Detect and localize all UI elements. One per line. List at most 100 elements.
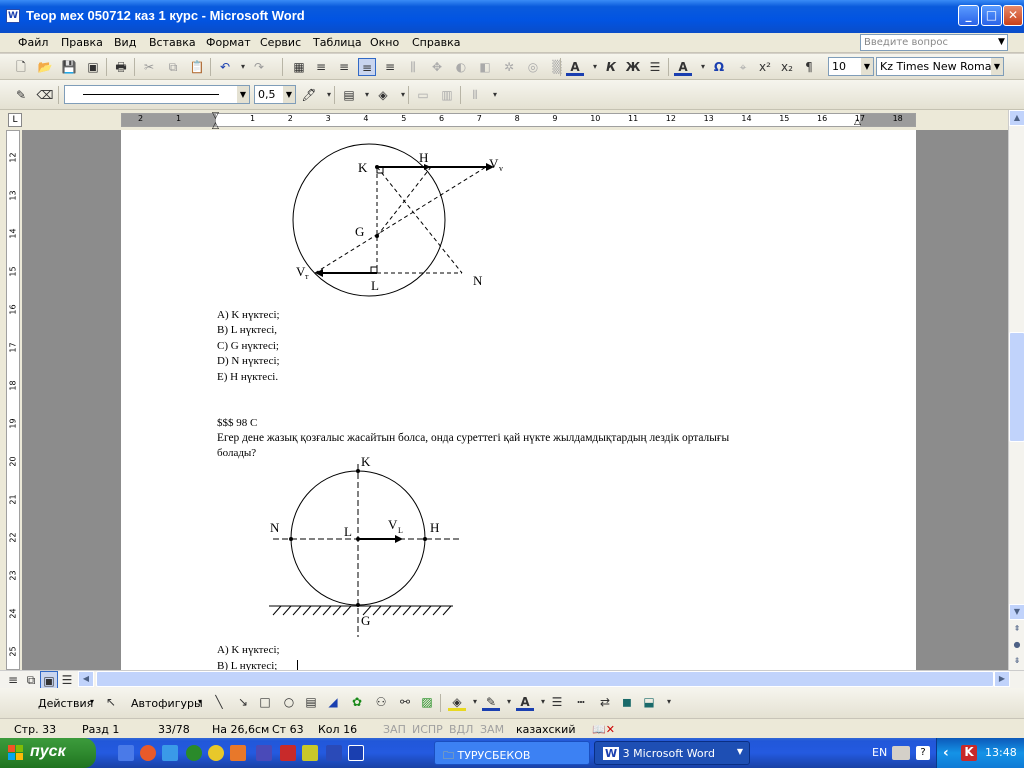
- h-scroll-thumb[interactable]: [96, 671, 994, 687]
- task-word[interactable]: W 3 Microsoft Word ▼: [594, 741, 750, 765]
- document-map-icon[interactable]: ◐: [452, 58, 470, 76]
- keyboard-icon[interactable]: [892, 746, 910, 760]
- web-view-icon[interactable]: ⧉: [22, 671, 40, 689]
- tab-selector-icon[interactable]: L: [8, 113, 22, 127]
- print-layout-icon[interactable]: ▣: [40, 671, 58, 689]
- eraser-icon[interactable]: ⌫: [36, 86, 54, 104]
- bullets-icon[interactable]: ☰: [646, 58, 664, 76]
- actions-menu[interactable]: Действия: [38, 697, 93, 710]
- status-extend[interactable]: ВДЛ: [449, 723, 473, 736]
- quicklaunch-word2-icon[interactable]: [348, 745, 364, 761]
- permission-icon[interactable]: ▣: [84, 58, 102, 76]
- line-color-icon[interactable]: ✎: [482, 693, 500, 711]
- italic-button[interactable]: К: [602, 58, 620, 76]
- menu-window[interactable]: Окно: [370, 36, 399, 49]
- scroll-up-icon[interactable]: ▲: [1009, 110, 1024, 126]
- line-tool-icon[interactable]: ╲: [210, 693, 228, 711]
- quicklaunch-folder-icon[interactable]: [256, 745, 272, 761]
- bold-button[interactable]: Ж: [624, 58, 642, 76]
- menu-file[interactable]: Файл: [18, 36, 48, 49]
- undo-icon[interactable]: ↶: [216, 58, 234, 76]
- quicklaunch-chrome-icon[interactable]: [208, 745, 224, 761]
- scroll-left-icon[interactable]: ◀: [78, 671, 94, 687]
- shading-icon[interactable]: ◈: [374, 86, 392, 104]
- quicklaunch-excel-icon[interactable]: [186, 745, 202, 761]
- align-center-icon[interactable]: ≡: [335, 58, 353, 76]
- task-word-dropdown-icon[interactable]: ▼: [737, 747, 743, 756]
- line-style-icon[interactable]: ☰: [548, 693, 566, 711]
- normal-view-icon[interactable]: ≡: [4, 671, 22, 689]
- symbol-button[interactable]: Ω: [710, 58, 728, 76]
- scroll-down-icon[interactable]: ▼: [1009, 604, 1024, 620]
- oval-tool-icon[interactable]: ○: [280, 693, 298, 711]
- show-hide-icon[interactable]: ◧: [476, 58, 494, 76]
- horizontal-scrollbar[interactable]: ≡ ⧉ ▣ ☰ ◀ ▶: [0, 670, 1024, 689]
- line-style-select[interactable]: ▼: [64, 85, 250, 104]
- actions-dropdown-icon[interactable]: ▾: [90, 697, 94, 706]
- shadow-icon[interactable]: ◼: [618, 693, 636, 711]
- superscript-icon[interactable]: x²: [756, 58, 774, 76]
- maximize-button[interactable]: □: [981, 5, 1002, 26]
- redo-icon[interactable]: ↷: [250, 58, 268, 76]
- textbox-tool-icon[interactable]: ▤: [302, 693, 320, 711]
- line-style-dropdown-icon[interactable]: ▼: [237, 86, 249, 103]
- borders-icon[interactable]: ▤: [340, 86, 358, 104]
- drawing-icon[interactable]: ✥: [428, 58, 446, 76]
- align-cell-icon[interactable]: ⫴: [466, 86, 484, 104]
- dash-style-icon[interactable]: ┅: [572, 693, 590, 711]
- quicklaunch-winamp-icon[interactable]: [302, 745, 318, 761]
- quicklaunch-browser-icon[interactable]: [140, 745, 156, 761]
- font-size-dropdown-icon[interactable]: ▼: [861, 58, 873, 75]
- border-color-dropdown-icon[interactable]: ▾: [320, 86, 338, 104]
- task-folder-turusbekov[interactable]: 🗀 ТУРУСБЕКОВ: [434, 741, 590, 765]
- menu-help[interactable]: Справка: [412, 36, 460, 49]
- ask-dropdown-icon[interactable]: ▼: [998, 37, 1005, 47]
- align-right-icon[interactable]: ≡: [381, 58, 399, 76]
- prev-page-icon[interactable]: ⇞: [1009, 622, 1024, 638]
- binoculars-icon[interactable]: ⚯: [396, 693, 414, 711]
- select-objects-icon[interactable]: ↖: [102, 693, 120, 711]
- font-name-select[interactable]: Kz Times New Roman ▼: [876, 57, 1004, 76]
- font-size-select[interactable]: 10 ▼: [828, 57, 874, 76]
- ask-question-input[interactable]: Введите вопрос: [860, 34, 1008, 51]
- quicklaunch-desktop-icon[interactable]: [118, 745, 134, 761]
- vertical-ruler[interactable]: 12 13 14 15 16 17 18 19 20 21 22 23 24 25: [6, 130, 20, 670]
- justify-icon[interactable]: ≡: [358, 58, 376, 76]
- scroll-right-icon[interactable]: ▶: [994, 671, 1010, 687]
- outline-view-icon[interactable]: ☰: [58, 671, 76, 689]
- vertical-scrollbar[interactable]: ▲ ▼ ⇞ ● ⇟: [1008, 110, 1024, 670]
- copy-icon[interactable]: ⧉: [164, 58, 182, 76]
- shading-dropdown-icon[interactable]: ▾: [394, 86, 412, 104]
- arrow-tool-icon[interactable]: ↘: [234, 693, 252, 711]
- columns-icon[interactable]: ⫼: [404, 58, 422, 76]
- pilcrow-button[interactable]: ¶: [800, 58, 818, 76]
- align-left-icon[interactable]: ≡: [312, 58, 330, 76]
- first-line-indent-marker[interactable]: ▽: [212, 111, 219, 121]
- menu-format[interactable]: Формат: [206, 36, 251, 49]
- quicklaunch-word-icon[interactable]: [326, 745, 342, 761]
- quicklaunch-media-icon[interactable]: [162, 745, 178, 761]
- menu-tools[interactable]: Сервис: [260, 36, 301, 49]
- spelling-status-icon[interactable]: 📖✕: [592, 723, 615, 736]
- wordart-icon[interactable]: ◢: [324, 693, 342, 711]
- line-weight-select[interactable]: 0,5 ▼: [254, 85, 296, 104]
- horizontal-ruler[interactable]: 2 1 ▽ △ 1 2 3 4 5 6 7 8 9 10 11 12 13 14 15 16 17 18 △: [121, 111, 916, 131]
- paste-icon[interactable]: 📋: [188, 58, 206, 76]
- browse-object-icon[interactable]: ●: [1009, 638, 1024, 654]
- document-page[interactable]: K H V v G V т L N A) K нүктесі; B) L нүк…: [121, 130, 916, 670]
- minimize-button[interactable]: _: [958, 5, 979, 26]
- close-button[interactable]: ✕: [1003, 5, 1023, 26]
- input-language[interactable]: EN: [872, 746, 887, 759]
- word-app-icon[interactable]: W: [6, 9, 20, 23]
- status-track[interactable]: ИСПР: [412, 723, 443, 736]
- picture-icon[interactable]: ▨: [418, 693, 436, 711]
- drawing-options-icon[interactable]: ▾: [660, 693, 678, 711]
- quicklaunch-tool-icon[interactable]: [280, 745, 296, 761]
- menu-insert[interactable]: Вставка: [149, 36, 196, 49]
- font-color-icon[interactable]: A: [566, 58, 584, 76]
- split-cells-icon[interactable]: ▥: [438, 86, 456, 104]
- zoom-icon[interactable]: ◎: [524, 58, 542, 76]
- status-rec[interactable]: ЗАП: [383, 723, 406, 736]
- table-icon[interactable]: ▦: [290, 58, 308, 76]
- pencil-icon[interactable]: ✎: [12, 86, 30, 104]
